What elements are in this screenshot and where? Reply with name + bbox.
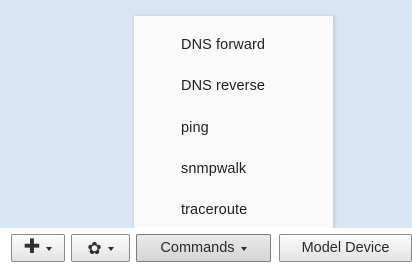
chevron-down-icon [240,247,247,251]
plus-icon: ✚ [23,236,41,258]
bottom-toolbar: ✚ ✿ Commands Model Device [0,228,412,266]
settings-menu-button[interactable]: ✿ [71,234,130,262]
gear-icon: ✿ [87,238,102,258]
chevron-down-icon [107,247,114,251]
model-device-button-label: Model Device [301,240,390,256]
menu-item-dns-reverse[interactable]: DNS reverse [181,78,265,94]
model-device-button[interactable]: Model Device [279,234,412,262]
add-menu-button[interactable]: ✚ [11,234,65,262]
commands-button-label: Commands [160,240,235,256]
menu-item-traceroute[interactable]: traceroute [181,202,247,218]
commands-menu-button[interactable]: Commands [136,234,271,262]
menu-item-snmpwalk[interactable]: snmpwalk [181,161,246,177]
menu-item-ping[interactable]: ping [181,120,209,136]
commands-dropdown-menu: DNS forward DNS reverse ping snmpwalk tr… [133,16,334,228]
chevron-down-icon [46,247,53,251]
app-root: DNS forward DNS reverse ping snmpwalk tr… [0,0,412,266]
menu-item-dns-forward[interactable]: DNS forward [181,37,265,53]
